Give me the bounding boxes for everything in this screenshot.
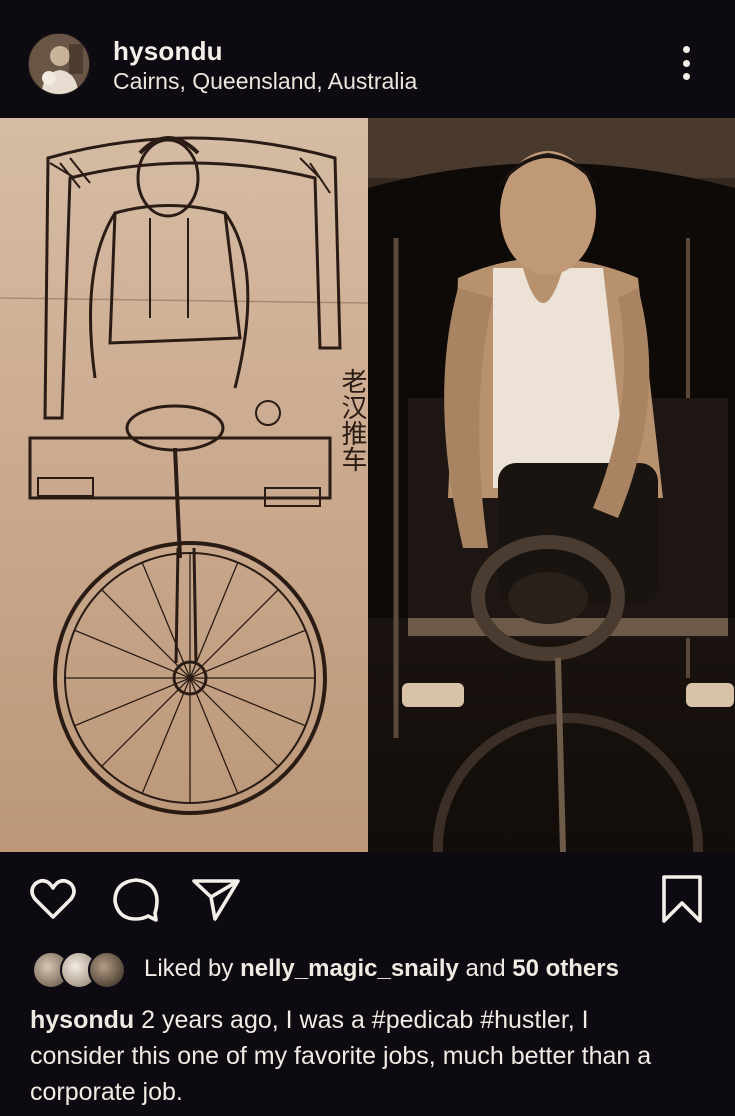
likes-summary[interactable]: Liked by nelly_magic_snaily and 50 other…	[144, 955, 619, 983]
post-image[interactable]: 老汉推车	[0, 118, 735, 852]
post-action-bar	[0, 852, 735, 947]
liker-avatars[interactable]	[32, 951, 128, 989]
likes-row: Liked by nelly_magic_snaily and 50 other…	[0, 947, 735, 993]
comment-icon[interactable]	[110, 873, 162, 925]
liker-username[interactable]: nelly_magic_snaily	[240, 955, 459, 982]
profile-avatar[interactable]	[28, 33, 90, 95]
caption-username[interactable]: hysondu	[30, 1006, 134, 1034]
pedicab-photo	[368, 118, 735, 852]
avatar-photo	[29, 34, 89, 94]
sketch-panel: 老汉推车	[0, 118, 369, 852]
share-icon[interactable]	[190, 873, 242, 925]
more-vertical-icon	[682, 46, 690, 53]
avatar	[88, 951, 126, 989]
post-username[interactable]: hysondu	[113, 36, 223, 67]
photo-panel	[368, 118, 735, 852]
pedicab-sketch-drawing: 老汉推车	[0, 136, 369, 815]
post-location[interactable]: Cairns, Queensland, Australia	[113, 68, 417, 95]
heart-icon[interactable]	[27, 873, 79, 925]
post-caption: hysondu 2 years ago, I was a #pedicab #h…	[30, 1002, 690, 1110]
more-options-button[interactable]	[668, 42, 704, 84]
bookmark-icon[interactable]	[656, 873, 708, 925]
post-header: hysondu Cairns, Queensland, Australia	[0, 0, 735, 118]
likes-others-count[interactable]: 50 others	[512, 955, 619, 982]
sketch-caption: 老汉推车	[337, 368, 367, 472]
